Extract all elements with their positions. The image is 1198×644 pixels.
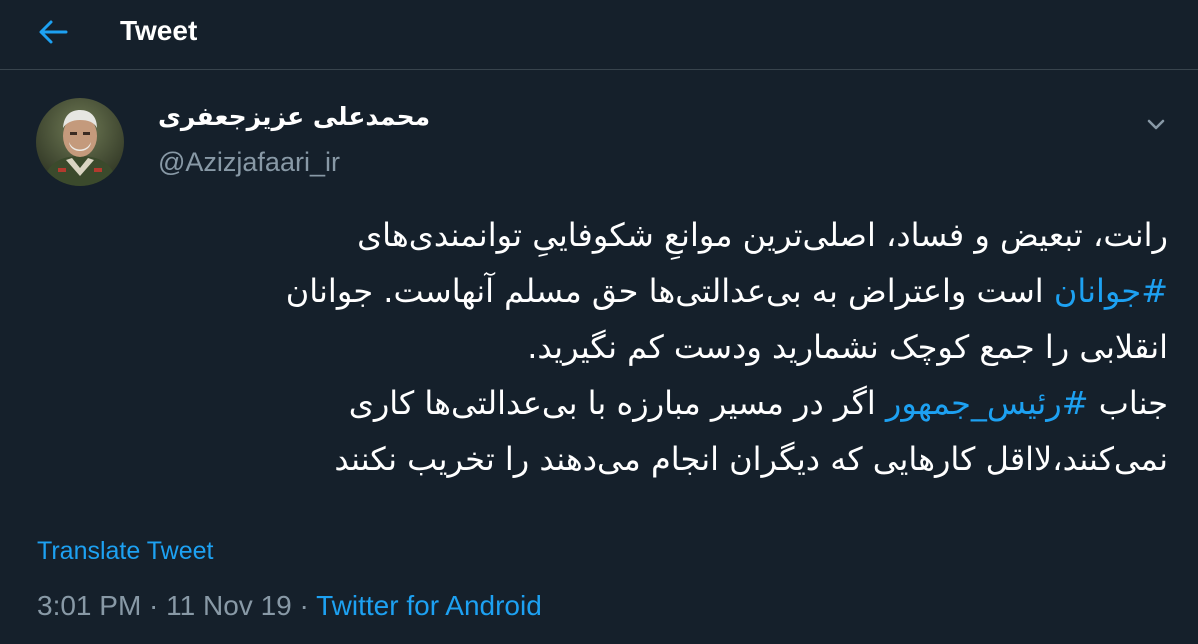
tweet-text-line: رانت، تبعیض و فساد، اصلی‌ترین موانعِ شکو… [30, 207, 1168, 263]
avatar-photo [36, 98, 124, 186]
back-button[interactable] [30, 12, 76, 52]
top-bar: Tweet [0, 0, 1198, 70]
meta-separator: · [291, 590, 317, 621]
chevron-down-icon [1147, 119, 1165, 130]
tweet-text-line: انقلابی را جمع کوچک نشمارید ودست کم نگیر… [30, 319, 1168, 375]
tweet-text-line: جناب #رئیس_جمهور اگر در مسیر مبارزه با ب… [30, 375, 1168, 431]
tweet-text-segment: اگر در مسیر مبارزه با بی‌عدالتی‌ها کاری [348, 384, 886, 422]
tweet-text-line: #جوانان است واعتراض به بی‌عدالتی‌ها حق م… [30, 263, 1168, 319]
author-handle[interactable]: @Azizjafaari_ir [158, 145, 340, 179]
author-display-name[interactable]: محمدعلی عزیزجعفری [158, 100, 430, 134]
hashtag-link[interactable]: #جوانان [1054, 272, 1168, 310]
tweet-text-segment: است واعتراض به بی‌عدالتی‌ها حق مسلم آنها… [285, 272, 1054, 310]
tweet-metadata: 3:01 PM · 11 Nov 19 · Twitter for Androi… [37, 588, 542, 624]
tweet-menu-button[interactable] [1140, 108, 1172, 140]
page-title: Tweet [120, 15, 198, 46]
hashtag-link[interactable]: #رئیس_جمهور [886, 384, 1089, 422]
tweet-text-line: نمی‌کنند،لااقل کارهایی که دیگران انجام م… [30, 431, 1168, 487]
tweet-source-link[interactable]: Twitter for Android [316, 590, 542, 621]
tweet-text-segment: جناب [1088, 384, 1168, 422]
tweet-date: 11 Nov 19 [166, 590, 292, 621]
tweet-text: رانت، تبعیض و فساد، اصلی‌ترین موانعِ شکو… [30, 207, 1168, 487]
tweet-text-segment: نمی‌کنند،لااقل کارهایی که دیگران انجام م… [334, 440, 1168, 478]
arrow-left-icon [39, 20, 68, 44]
translate-tweet-link[interactable]: Translate Tweet [37, 534, 213, 568]
tweet-time: 3:01 PM [37, 590, 142, 621]
tweet-text-segment: انقلابی را جمع کوچک نشمارید ودست کم نگیر… [527, 328, 1168, 366]
meta-separator: · [141, 590, 167, 621]
tweet-text-segment: رانت، تبعیض و فساد، اصلی‌ترین موانعِ شکو… [357, 216, 1168, 254]
avatar[interactable] [36, 98, 124, 186]
